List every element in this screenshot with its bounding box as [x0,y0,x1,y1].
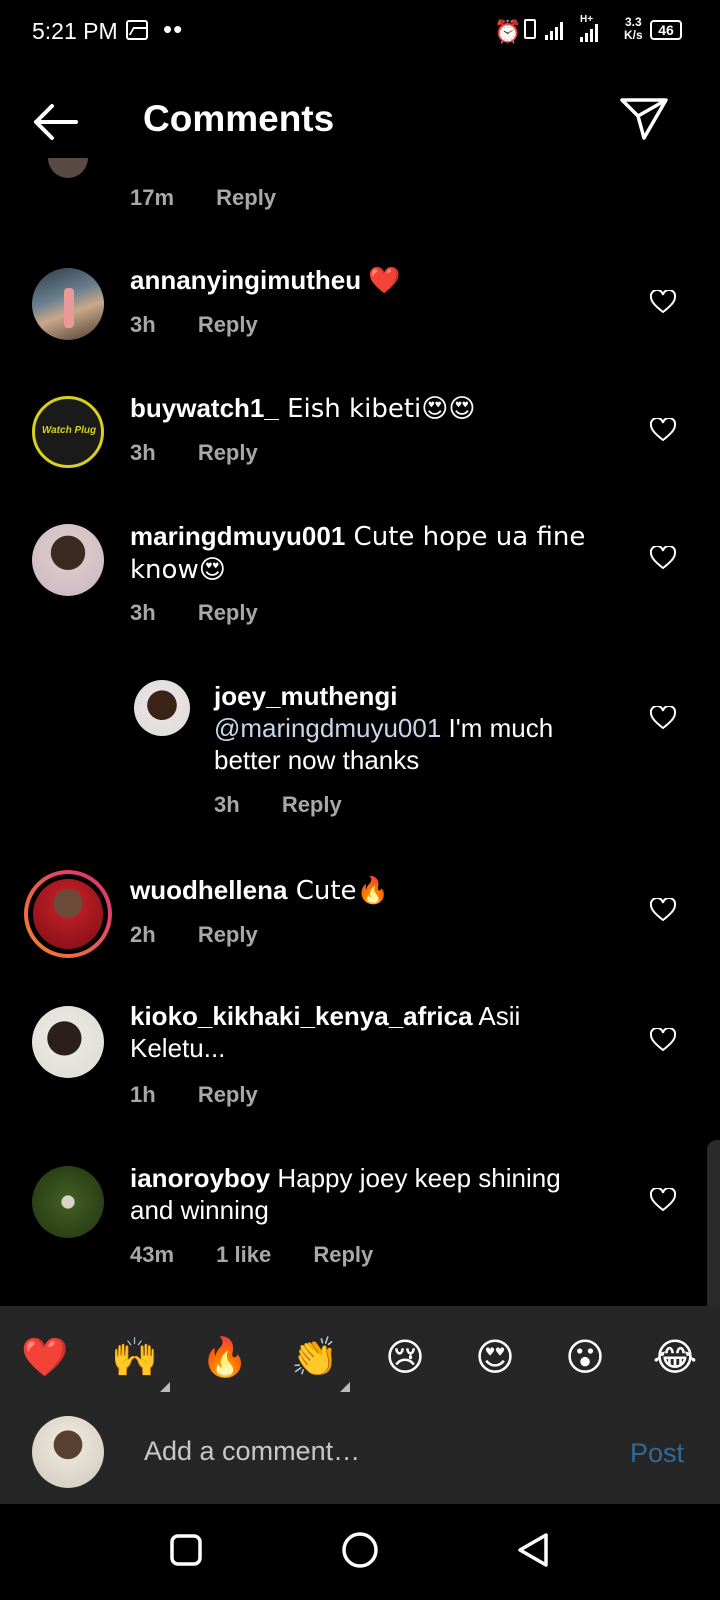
post-button[interactable]: Post [630,1438,684,1469]
comment-text: annanyingimutheu ❤️ [130,264,610,297]
comment-time: 3h [130,440,156,465]
comment-meta: 3h Reply [130,312,294,338]
avatar [33,879,103,949]
square-icon[interactable] [168,1532,204,1568]
mention-link[interactable]: @maringdmuyu001 [214,713,441,743]
comment-time: 43m [130,1242,175,1267]
comment-meta: 3h Reply [214,792,378,818]
username[interactable]: annanyingimutheu [130,265,361,295]
comment-meta: 17m Reply [130,185,312,211]
comment-time: 3h [130,312,156,337]
reaction-crying[interactable]: 😢 [378,1330,432,1384]
avatar[interactable] [32,268,104,340]
page-title: Comments [143,98,335,139]
reaction-laughing[interactable]: 😂 [648,1330,702,1384]
paper-plane-icon [620,98,668,140]
heart-emoji: ❤️ [368,266,401,296]
avatar[interactable] [32,1006,104,1078]
circle-icon[interactable] [340,1530,380,1570]
reaction-heart-eyes[interactable]: 😍 [468,1330,522,1384]
more-notifications-icon: •• [163,14,184,44]
reaction-raised-hands[interactable]: 🙌 [108,1330,162,1384]
like-heart-icon[interactable] [650,1188,676,1212]
comment-text: joey_muthengi @maringdmuyu001 I'm much b… [214,680,604,776]
avatar[interactable] [134,680,190,736]
username[interactable]: ianoroyboy [130,1163,270,1193]
skin-tone-indicator-icon [160,1382,170,1392]
comment-input[interactable]: Add a comment… [144,1436,360,1467]
vibrate-icon [524,19,536,39]
avatar-logo-text: Watch Plug [41,425,97,436]
username[interactable]: buywatch1_ [130,393,279,423]
scrollbar[interactable] [707,1140,720,1324]
comment-meta: 43m 1 like Reply [130,1242,409,1268]
username[interactable]: wuodhellena [130,875,287,905]
comment-text: buywatch1_ Eish kibeti😍😍 [130,392,610,425]
like-heart-icon[interactable] [650,898,676,922]
signal-icon [545,20,563,40]
comment-body: Eish kibeti😍😍 [278,394,476,424]
story-ring[interactable] [24,870,112,958]
comment-text: kioko_kikhaki_kenya_africa Asii Keletu..… [130,1000,610,1064]
reply-button[interactable]: Reply [313,1242,373,1267]
reply-button[interactable]: Reply [198,1082,258,1107]
avatar[interactable] [48,158,88,178]
quick-reactions-bar: ❤️ 🙌 🔥 👏 😢 😍 😮 😂 [0,1306,720,1408]
arrow-left-icon [34,104,78,140]
comment-time: 3h [130,600,156,625]
signal-icon-2 [580,22,598,42]
reply-button[interactable]: Reply [198,440,258,465]
avatar[interactable] [32,524,104,596]
battery-icon: 46 [650,20,682,40]
alarm-icon: ⏰ [494,19,522,44]
like-heart-icon[interactable] [650,418,676,442]
reply-button[interactable]: Reply [198,312,258,337]
current-user-avatar [32,1416,104,1488]
network-speed: 3.3 K/s [624,15,643,42]
triangle-back-icon[interactable] [514,1530,552,1570]
status-bar: 5:21 PM •• ⏰ H+ 3.3 K/s 46 [0,0,720,66]
username[interactable]: joey_muthengi [214,680,604,712]
comment-meta: 2h Reply [130,922,294,948]
like-heart-icon[interactable] [650,1028,676,1052]
back-button[interactable] [30,100,80,144]
system-nav-bar [0,1504,720,1600]
skin-tone-indicator-icon [340,1382,350,1392]
like-heart-icon[interactable] [650,546,676,570]
comment-text: maringdmuyu001 Cute hope ua fine know😍 [130,520,610,586]
share-button[interactable] [618,94,670,142]
comment-text: ianoroyboy Happy joey keep shining and w… [130,1162,610,1226]
reply-button[interactable]: Reply [216,185,276,210]
gallery-notification-icon [126,20,148,40]
reply-button[interactable]: Reply [198,600,258,625]
reaction-surprised[interactable]: 😮 [558,1330,612,1384]
avatar[interactable]: Watch Plug [32,396,104,468]
status-time: 5:21 PM [32,18,118,44]
comment-time: 3h [214,792,240,817]
like-count[interactable]: 1 like [216,1242,271,1267]
comment-meta: 3h Reply [130,440,294,466]
comment-meta: 1h Reply [130,1082,294,1108]
username[interactable]: maringdmuyu001 [130,521,345,551]
reply-button[interactable]: Reply [282,792,342,817]
username[interactable]: kioko_kikhaki_kenya_africa [130,1001,473,1031]
comment-time: 17m [130,185,175,210]
avatar[interactable] [32,1166,104,1238]
reply-button[interactable]: Reply [198,922,258,947]
like-heart-icon[interactable] [650,290,676,314]
comment-text: wuodhellena Cute🔥 [130,874,610,907]
reaction-heart[interactable]: ❤️ [18,1330,72,1384]
comment-body: Cute🔥 [287,876,389,906]
comment-input-bar: Add a comment… Post [0,1408,720,1504]
like-heart-icon[interactable] [650,706,676,730]
comment-meta: 3h Reply [130,600,294,626]
comment-time: 1h [130,1082,156,1107]
comment-time: 2h [130,922,156,947]
reaction-clap[interactable]: 👏 [288,1330,342,1384]
reaction-fire[interactable]: 🔥 [198,1330,252,1384]
